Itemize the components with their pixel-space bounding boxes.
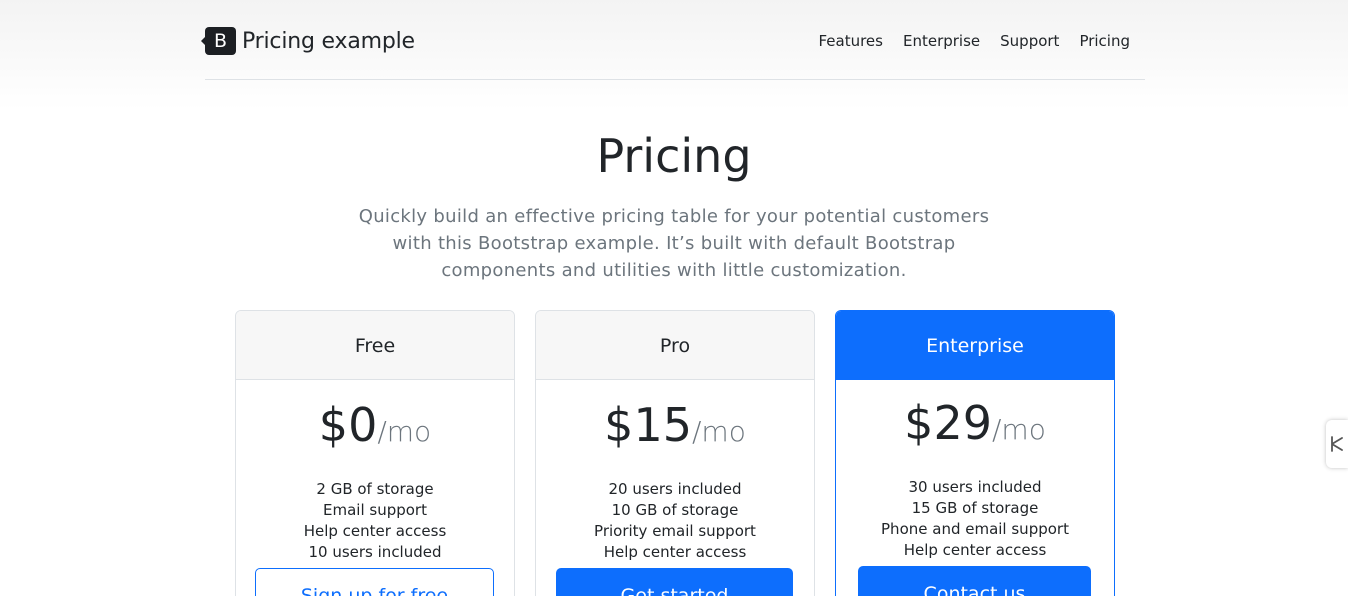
hero: Pricing Quickly build an effective prici…: [0, 120, 1348, 284]
site-header: B Pricing example Features Enterprise Su…: [201, 0, 1145, 80]
nav-support[interactable]: Support: [1000, 32, 1059, 50]
nav-pricing[interactable]: Pricing: [1079, 32, 1130, 50]
pricing-card-enterprise: Enterprise $29/mo 30 users included 15 G…: [835, 310, 1115, 596]
main-nav: Features Enterprise Support Pricing: [798, 32, 1130, 50]
price-unit: /mo: [991, 413, 1046, 446]
nav-features[interactable]: Features: [818, 32, 883, 50]
pricing-card-pro: Pro $15/mo 20 users included 10 GB of st…: [535, 310, 815, 596]
price-amount: $29: [904, 396, 992, 450]
plan-price: $0/mo: [236, 394, 514, 463]
plan-price: $15/mo: [536, 394, 814, 463]
plan-price: $29/mo: [836, 392, 1114, 461]
feature-item: 10 GB of storage: [611, 501, 739, 519]
feature-list: 2 GB of storage Email support Help cente…: [236, 479, 514, 563]
price-unit: /mo: [377, 415, 432, 448]
feature-item: Email support: [323, 501, 427, 519]
price-amount: $0: [318, 398, 378, 452]
plan-name: Enterprise: [836, 311, 1114, 380]
hero-lead: Quickly build an effective pricing table…: [358, 206, 990, 281]
feature-list: 30 users included 15 GB of storage Phone…: [836, 477, 1114, 561]
contact-us-button[interactable]: Contact us: [858, 566, 1091, 596]
get-started-button[interactable]: Get started: [556, 568, 793, 596]
feature-item: Help center access: [903, 541, 1047, 559]
sign-up-button[interactable]: Sign up for free: [255, 568, 494, 596]
page-title: Pricing: [596, 129, 752, 183]
feature-item: 10 users included: [308, 543, 442, 561]
tool-handle-icon: [1331, 436, 1343, 452]
feature-list: 20 users included 10 GB of storage Prior…: [536, 479, 814, 563]
brand-link[interactable]: B Pricing example: [201, 24, 415, 58]
page: B Pricing example Features Enterprise Su…: [0, 0, 1348, 596]
feature-item: 2 GB of storage: [316, 480, 434, 498]
plan-name: Pro: [536, 311, 814, 380]
feature-item: Help center access: [303, 522, 447, 540]
side-tool-tab[interactable]: [1326, 420, 1348, 468]
feature-item: 20 users included: [608, 480, 742, 498]
plan-name: Free: [236, 311, 514, 380]
feature-item: Phone and email support: [881, 520, 1069, 538]
price-unit: /mo: [691, 415, 746, 448]
pricing-card-free: Free $0/mo 2 GB of storage Email support…: [235, 310, 515, 596]
feature-item: 30 users included: [908, 478, 1042, 496]
price-amount: $15: [604, 398, 692, 452]
brand-text: Pricing example: [242, 28, 415, 54]
feature-item: Help center access: [603, 543, 747, 561]
bootstrap-logo-icon: B: [201, 27, 236, 55]
feature-item: Priority email support: [594, 522, 756, 540]
feature-item: 15 GB of storage: [911, 499, 1039, 517]
nav-enterprise[interactable]: Enterprise: [903, 32, 980, 50]
